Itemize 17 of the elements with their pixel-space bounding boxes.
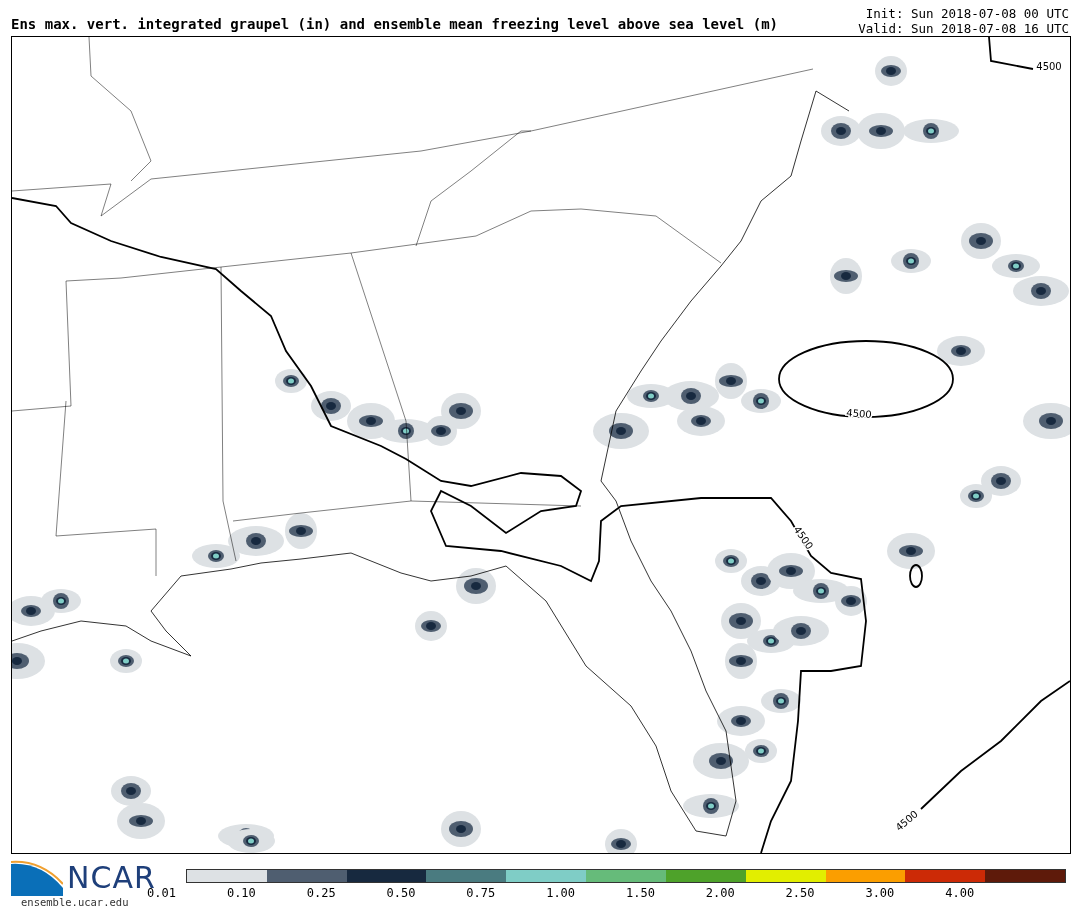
scale-label: 0.25 — [306, 886, 337, 900]
logo-icon — [11, 858, 63, 896]
scale-label: 2.50 — [785, 886, 816, 900]
scale-label: 0.75 — [466, 886, 497, 900]
scale-label: 4.00 — [945, 886, 976, 900]
scale-label: 0.10 — [226, 886, 257, 900]
contour-label: 4500 — [1036, 61, 1062, 72]
scale-label: 1.50 — [625, 886, 656, 900]
chart-title: Ens max. vert. integrated graupel (in) and ensemble mean freezing level above sea level (m) — [11, 16, 778, 34]
valid-time: Valid: Sun 2018-07-08 16 UTC — [858, 21, 1069, 36]
scale-label: 0.50 — [386, 886, 417, 900]
scale-label: 3.00 — [865, 886, 896, 900]
website-url: ensemble.ucar.edu — [20, 896, 130, 908]
scale-label: 1.00 — [546, 886, 577, 900]
contour-label: 4500 — [845, 406, 873, 421]
scale-label: 2.00 — [705, 886, 736, 900]
init-time: Init: Sun 2018-07-08 00 UTC — [865, 6, 1069, 21]
